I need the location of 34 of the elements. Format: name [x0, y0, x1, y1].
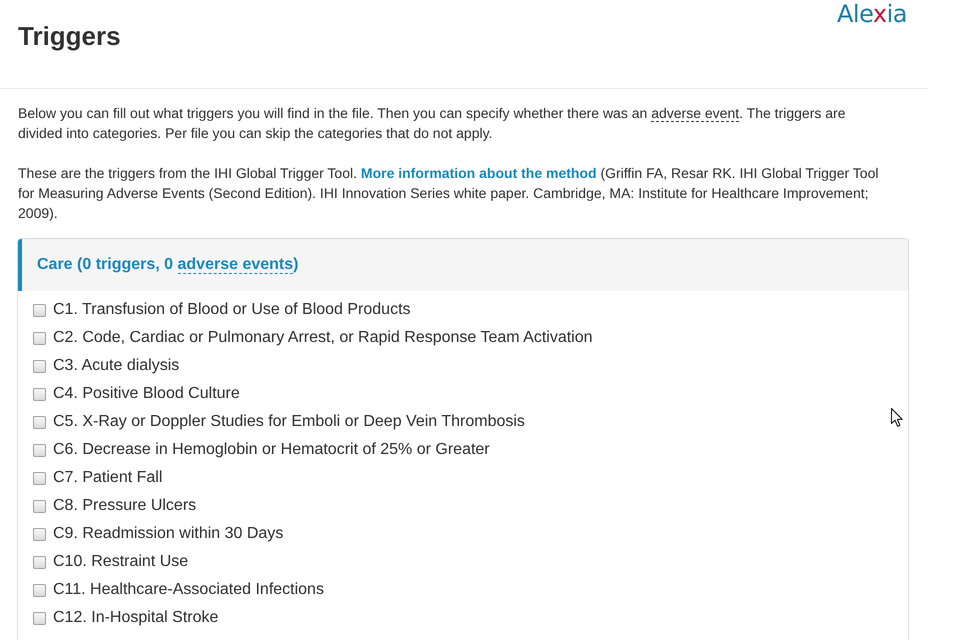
checkbox[interactable] [33, 416, 46, 429]
checkbox[interactable] [33, 528, 46, 541]
checkbox[interactable] [33, 360, 46, 373]
intro-paragraph: Below you can fill out what triggers you will find in the file. Then you can specify whether there was an adverse event. The triggers are divided into categories. Per file you can skip the categories that do not apply. [18, 104, 846, 143]
trigger-label: C12. In-Hospital Stroke [53, 608, 218, 628]
intro-paragraph: These are the triggers from the IHI Global Trigger Tool. More information about the method (Griffin FA, Resar RK. IHI Global Trigger Tool for Measuring Adverse Events (Second Edition). IHI Innovation Series white paper. Cambridge, MA: Institute for Healthcare Improvement; 2009). [18, 164, 880, 223]
logo: Alexia [836, 0, 907, 28]
tooltip-term[interactable]: adverse event [651, 105, 740, 122]
trigger-label: C3. Acute dialysis [53, 356, 180, 376]
checkbox[interactable] [33, 444, 46, 457]
trigger-label: C11. Healthcare-Associated Infections [53, 580, 324, 600]
checkbox[interactable] [33, 584, 46, 597]
tooltip-term[interactable]: adverse events [178, 256, 294, 274]
trigger-label: C7. Patient Fall [53, 468, 162, 488]
checkbox[interactable] [33, 612, 46, 625]
trigger-label: C10. Restraint Use [53, 552, 188, 572]
method-link[interactable]: More information about the method [360, 165, 597, 181]
trigger-label: C9. Readmission within 30 Days [53, 524, 284, 544]
checkbox[interactable] [33, 388, 46, 401]
checkbox[interactable] [33, 332, 46, 345]
trigger-label: C1. Transfusion of Blood or Use of Blood Products [53, 300, 411, 320]
category-title[interactable]: Care (0 triggers, 0 adverse events) [37, 254, 298, 276]
trigger-label: C6. Decrease in Hemoglobin or Hematocrit of 25% or Greater [53, 440, 490, 460]
checkbox[interactable] [33, 500, 46, 513]
trigger-label: C4. Positive Blood Culture [53, 384, 240, 404]
category-header[interactable]: Care (0 triggers, 0 adverse events) [18, 239, 908, 291]
checkbox[interactable] [33, 556, 46, 569]
page-title: Triggers [18, 20, 121, 52]
trigger-label: C2. Code, Cardiac or Pulmonary Arrest, or Rapid Response Team Activation [53, 328, 593, 348]
trigger-label: C5. X-Ray or Doppler Studies for Emboli or Deep Vein Thrombosis [53, 412, 525, 432]
trigger-label: C8. Pressure Ulcers [53, 496, 196, 516]
checkbox[interactable] [33, 472, 46, 485]
cursor-icon [891, 408, 903, 427]
checkbox[interactable] [33, 304, 46, 317]
